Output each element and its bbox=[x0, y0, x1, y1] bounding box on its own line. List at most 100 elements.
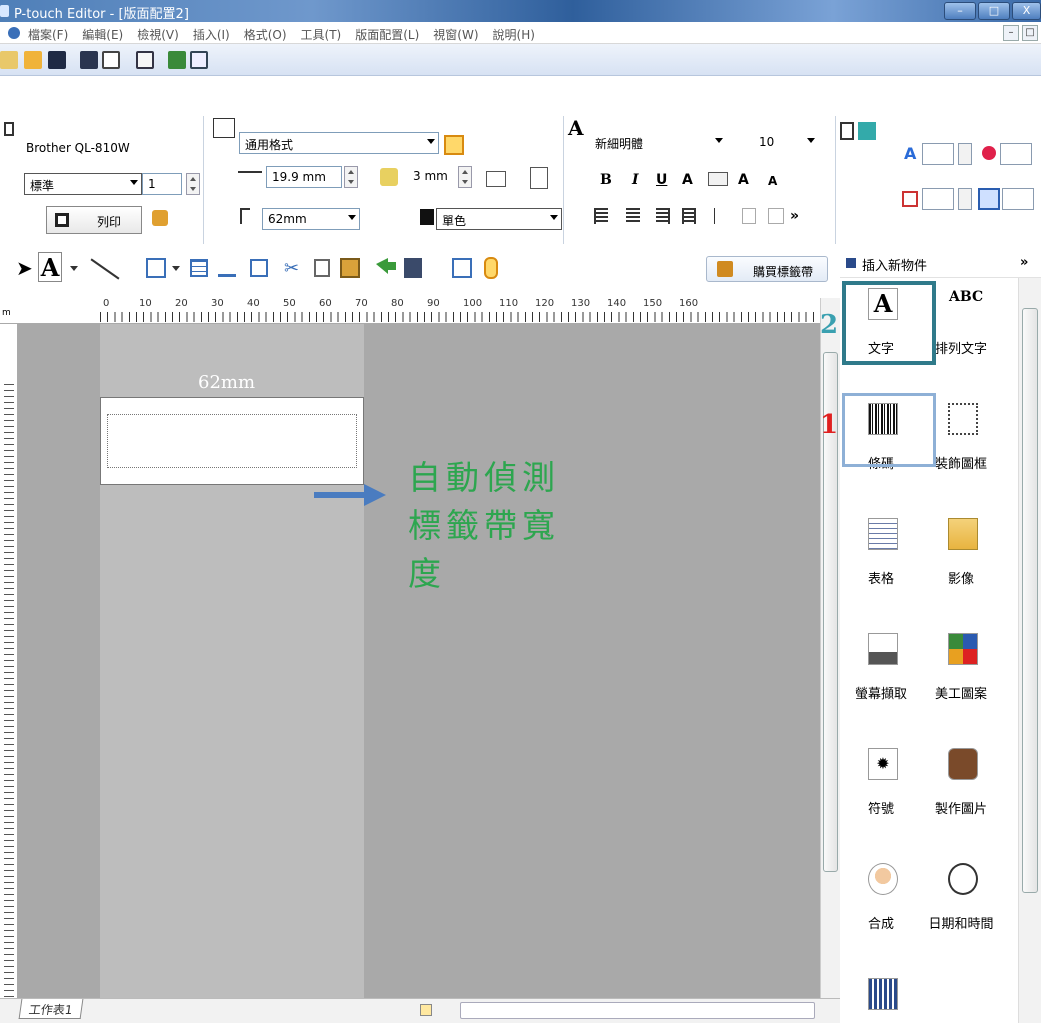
print-icon[interactable] bbox=[80, 51, 98, 69]
tape-width-select[interactable]: 62mm bbox=[262, 208, 360, 230]
align-icon[interactable] bbox=[840, 122, 854, 140]
menu-file[interactable]: 檔案(F) bbox=[28, 26, 68, 43]
rectangle-tool-icon[interactable] bbox=[146, 258, 166, 278]
document-icon[interactable] bbox=[8, 27, 20, 39]
length-spinner[interactable] bbox=[344, 166, 358, 188]
insert-image-item[interactable]: 影像 bbox=[922, 510, 1000, 600]
insert-clip-art-item[interactable]: 美工圖案 bbox=[922, 625, 1000, 715]
line-color-swatch[interactable] bbox=[922, 188, 954, 210]
menu-tools[interactable]: 工具(T) bbox=[301, 26, 342, 43]
insert-composite-item[interactable]: 合成 bbox=[842, 855, 920, 945]
shrink-font-icon[interactable]: A bbox=[768, 174, 777, 188]
buy-labels-button[interactable]: 購買標籤帶 bbox=[706, 256, 828, 282]
menu-window[interactable]: 視窗(W) bbox=[433, 26, 478, 43]
menu-layout[interactable]: 版面配置(L) bbox=[355, 26, 419, 43]
font-size-select[interactable]: 10 bbox=[754, 132, 818, 154]
line-color-icon[interactable] bbox=[902, 191, 918, 207]
auto-length-icon[interactable] bbox=[380, 168, 398, 186]
fill-color-swatch[interactable] bbox=[1000, 143, 1032, 165]
printer-settings-icon[interactable] bbox=[152, 210, 168, 226]
paper-format-select[interactable]: 通用格式 bbox=[239, 132, 439, 154]
margin-input[interactable]: 3 mm bbox=[408, 166, 456, 188]
insert-make-picture-item[interactable]: 製作圖片 bbox=[922, 740, 1000, 830]
copies-spinner[interactable] bbox=[186, 173, 200, 195]
text-tool-icon[interactable]: A bbox=[38, 252, 62, 282]
sheet-tab[interactable]: 工作表1 bbox=[18, 999, 84, 1019]
menu-help[interactable]: 說明(H) bbox=[493, 26, 535, 43]
arrange-icon[interactable] bbox=[218, 259, 236, 277]
bg-color-icon[interactable] bbox=[978, 188, 1000, 210]
more-format-icon[interactable]: » bbox=[790, 208, 799, 224]
text-color-icon[interactable]: A bbox=[904, 144, 916, 163]
canvas-horizontal-scrollbar[interactable] bbox=[460, 1002, 815, 1019]
insert-screen-capture-item[interactable]: 螢幕擷取 bbox=[842, 625, 920, 715]
fill-color-icon[interactable] bbox=[982, 146, 996, 160]
close-button[interactable]: X bbox=[1012, 2, 1041, 20]
line-color-dropdown[interactable] bbox=[958, 188, 972, 210]
open-icon[interactable] bbox=[24, 51, 42, 69]
text-tool-dropdown[interactable] bbox=[70, 266, 78, 271]
wizard-icon[interactable] bbox=[168, 51, 186, 69]
fill-icon[interactable] bbox=[858, 122, 876, 140]
copies-input[interactable]: 1 bbox=[142, 173, 182, 195]
bold-icon[interactable]: B bbox=[600, 172, 612, 188]
database-tool-icon[interactable] bbox=[484, 257, 498, 279]
font-family-select[interactable]: 新細明體 bbox=[590, 132, 726, 154]
print-button[interactable]: 列印 bbox=[46, 206, 142, 234]
cut-icon[interactable]: ✂ bbox=[284, 258, 299, 279]
frame-text-icon[interactable] bbox=[708, 172, 728, 186]
margin-spinner[interactable] bbox=[458, 166, 472, 188]
panel-more-button[interactable]: » bbox=[1020, 255, 1028, 270]
panel-scrollbar[interactable] bbox=[1018, 278, 1041, 1023]
line-tool-icon[interactable] bbox=[90, 258, 120, 280]
vertical-text-toggle-icon[interactable] bbox=[742, 208, 756, 224]
menu-format[interactable]: 格式(O) bbox=[244, 26, 287, 43]
insert-date-time-item[interactable]: 日期和時間 bbox=[922, 855, 1000, 945]
underline-icon[interactable]: U bbox=[656, 172, 667, 188]
canvas-vertical-scrollbar[interactable] bbox=[820, 298, 840, 998]
panel-scroll-thumb[interactable] bbox=[1022, 308, 1038, 893]
menu-insert[interactable]: 插入(I) bbox=[193, 26, 230, 43]
color-mode-select[interactable]: 單色 bbox=[436, 208, 562, 230]
table-tool-icon[interactable] bbox=[190, 259, 208, 277]
new-layout-icon[interactable] bbox=[0, 51, 18, 69]
paper-color-icon[interactable] bbox=[444, 135, 464, 155]
properties-icon[interactable] bbox=[452, 258, 472, 278]
save-icon[interactable] bbox=[48, 51, 66, 69]
italic-icon[interactable]: I bbox=[632, 172, 639, 188]
menu-edit[interactable]: 編輯(E) bbox=[82, 26, 123, 43]
align-left-icon[interactable] bbox=[594, 208, 608, 224]
paste-icon[interactable] bbox=[340, 258, 360, 278]
insert-numbering-item[interactable] bbox=[842, 970, 920, 1020]
align-right-icon[interactable] bbox=[656, 208, 670, 224]
align-center-icon[interactable] bbox=[626, 208, 640, 224]
grow-font-icon[interactable]: A bbox=[738, 172, 749, 188]
align-objects-icon[interactable] bbox=[250, 259, 268, 277]
label-icon[interactable] bbox=[136, 51, 154, 69]
text-frame-icon[interactable] bbox=[486, 171, 506, 187]
print-preview-icon[interactable] bbox=[102, 51, 120, 69]
menu-view[interactable]: 檢視(V) bbox=[137, 26, 179, 43]
label-preview[interactable] bbox=[100, 397, 364, 485]
minimize-button[interactable]: – bbox=[944, 2, 976, 20]
new-sheet-icon[interactable] bbox=[420, 1004, 432, 1016]
mdi-restore-button[interactable]: □ bbox=[1022, 25, 1038, 41]
text-color-swatch[interactable] bbox=[922, 143, 954, 165]
text-color-dropdown[interactable] bbox=[958, 143, 972, 165]
copy-icon[interactable] bbox=[314, 259, 330, 277]
length-input[interactable]: 19.9 mm bbox=[266, 166, 342, 188]
insert-table-item[interactable]: 表格 bbox=[842, 510, 920, 600]
justify-icon[interactable] bbox=[682, 208, 696, 224]
char-spacing-icon[interactable] bbox=[714, 208, 728, 224]
vertical-text-icon[interactable] bbox=[530, 167, 548, 189]
insert-symbol-item[interactable]: ✹ 符號 bbox=[842, 740, 920, 830]
maximize-button[interactable]: □ bbox=[978, 2, 1010, 20]
mdi-minimize-button[interactable]: – bbox=[1003, 25, 1019, 41]
undo-icon[interactable] bbox=[376, 258, 396, 274]
print-mode-select[interactable]: 標準 bbox=[24, 173, 142, 195]
select-arrow-icon[interactable]: ➤ bbox=[16, 256, 33, 280]
numbering-icon[interactable] bbox=[768, 208, 784, 224]
database-icon[interactable] bbox=[190, 51, 208, 69]
redo-icon[interactable] bbox=[404, 258, 422, 278]
bg-color-swatch[interactable] bbox=[1002, 188, 1034, 210]
